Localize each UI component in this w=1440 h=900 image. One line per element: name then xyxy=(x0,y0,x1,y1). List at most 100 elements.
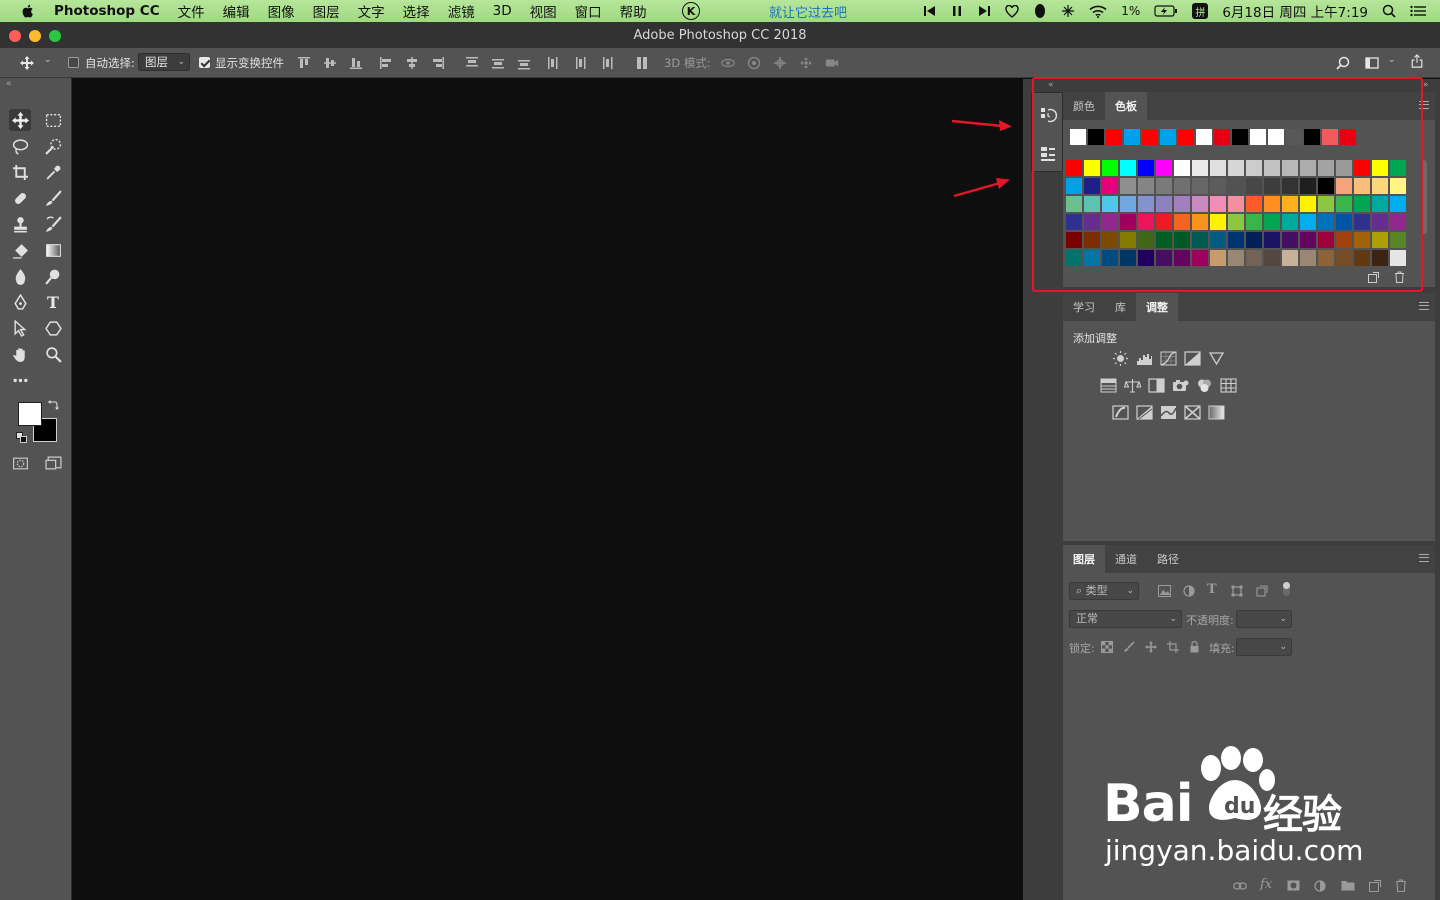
exposure-icon[interactable] xyxy=(1184,351,1201,366)
menu-file[interactable]: 文件 xyxy=(178,1,205,21)
tab-learn[interactable]: 学习 xyxy=(1063,293,1105,321)
distribute-right-icon[interactable] xyxy=(599,56,613,70)
fill-field[interactable]: ⌄ xyxy=(1236,638,1292,656)
layers-panel-menu-icon[interactable] xyxy=(1419,554,1429,562)
lock-artboard-icon[interactable] xyxy=(1167,641,1179,653)
new-group-folder-icon[interactable] xyxy=(1341,880,1355,891)
menu-3d[interactable]: 3D xyxy=(493,3,512,19)
black-white-icon[interactable] xyxy=(1148,378,1165,393)
pan-3d-icon[interactable] xyxy=(773,56,787,70)
shape-tool[interactable] xyxy=(42,317,64,339)
layer-filter-dropdown[interactable]: ⌕ 类型 ⌄ xyxy=(1069,582,1139,600)
window-maximize-button[interactable] xyxy=(49,30,61,42)
roll-3d-icon[interactable] xyxy=(747,56,761,70)
opacity-field[interactable]: ⌄ xyxy=(1236,610,1292,628)
wifi-icon[interactable] xyxy=(1089,5,1107,18)
levels-icon[interactable] xyxy=(1136,351,1153,366)
selective-color-icon[interactable] xyxy=(1184,405,1201,420)
now-playing-text[interactable]: 就让它过去吧 xyxy=(769,2,847,21)
dodge-tool[interactable] xyxy=(42,265,64,287)
align-right-icon[interactable] xyxy=(431,56,445,70)
align-vertical-center-icon[interactable] xyxy=(323,56,337,70)
menu-filter[interactable]: 滤镜 xyxy=(448,1,475,21)
menu-image[interactable]: 图像 xyxy=(268,1,295,21)
expand-panels-icon[interactable]: » xyxy=(1423,80,1429,90)
hue-saturation-icon[interactable] xyxy=(1100,378,1117,393)
search-icon[interactable] xyxy=(1336,56,1350,70)
k-app-icon[interactable]: K xyxy=(682,2,700,20)
tab-adjustments[interactable]: 调整 xyxy=(1136,293,1178,321)
auto-align-layers-icon[interactable] xyxy=(635,56,649,70)
menu-help[interactable]: 帮助 xyxy=(620,1,647,21)
filter-type-icon[interactable]: T xyxy=(1207,582,1217,597)
type-tool[interactable]: T xyxy=(42,291,64,313)
tab-libraries[interactable]: 库 xyxy=(1105,293,1136,321)
datetime-text[interactable]: 6月18日 周四 上午7:19 xyxy=(1222,1,1368,21)
heart-icon[interactable] xyxy=(1005,4,1019,18)
foreground-color-swatch[interactable] xyxy=(18,402,42,426)
blend-mode-dropdown[interactable]: 正常 ⌄ xyxy=(1069,610,1182,628)
align-bottom-icon[interactable] xyxy=(349,56,363,70)
gradient-map-icon[interactable] xyxy=(1208,405,1225,420)
new-fill-adjustment-icon[interactable] xyxy=(1314,880,1326,892)
scale-3d-camera-icon[interactable] xyxy=(825,56,839,70)
posterize-icon[interactable] xyxy=(1136,405,1153,420)
color-lookup-icon[interactable] xyxy=(1220,378,1237,393)
align-left-icon[interactable] xyxy=(379,56,393,70)
new-layer-icon[interactable] xyxy=(1369,880,1381,892)
curves-icon[interactable] xyxy=(1160,351,1177,366)
invert-icon[interactable] xyxy=(1112,405,1129,420)
gradient-tool[interactable] xyxy=(42,239,64,261)
filter-toggle-switch[interactable] xyxy=(1283,582,1290,596)
zoom-tool[interactable] xyxy=(42,343,64,365)
marquee-tool[interactable] xyxy=(42,109,64,131)
tab-layers[interactable]: 图层 xyxy=(1063,545,1105,573)
apple-icon[interactable] xyxy=(20,3,36,19)
auto-select-dropdown[interactable]: 图层 ⌄ xyxy=(138,53,190,71)
screen-mode-button[interactable] xyxy=(42,452,64,474)
input-method-icon[interactable]: 拼 xyxy=(1192,3,1209,19)
battery-charging-icon[interactable] xyxy=(1154,5,1178,17)
brightness-contrast-icon[interactable] xyxy=(1112,351,1129,366)
distribute-bottom-icon[interactable] xyxy=(517,56,531,70)
lock-image-pixels-icon[interactable] xyxy=(1123,641,1135,653)
menu-select[interactable]: 选择 xyxy=(403,1,430,21)
menu-type[interactable]: 文字 xyxy=(358,1,385,21)
distribute-top-icon[interactable] xyxy=(465,56,479,70)
pen-tool[interactable] xyxy=(9,291,31,313)
eraser-tool[interactable] xyxy=(9,239,31,261)
layer-style-fx-icon[interactable]: fx xyxy=(1260,877,1272,892)
add-mask-icon[interactable] xyxy=(1287,880,1300,891)
move-tool-preset-icon[interactable] xyxy=(20,56,34,70)
qq-penguin-icon[interactable] xyxy=(1033,3,1047,19)
quick-selection-tool[interactable] xyxy=(42,135,64,157)
align-horizontal-center-icon[interactable] xyxy=(405,56,419,70)
collapse-tools-icon[interactable]: « xyxy=(6,79,12,89)
app-name-menu[interactable]: Photoshop CC xyxy=(54,3,160,19)
clone-stamp-tool[interactable] xyxy=(9,213,31,235)
spotlight-search-icon[interactable] xyxy=(1382,4,1396,18)
share-icon[interactable] xyxy=(1410,54,1424,68)
history-brush-tool[interactable] xyxy=(42,213,64,235)
path-selection-tool[interactable] xyxy=(9,317,31,339)
color-balance-icon[interactable] xyxy=(1124,378,1141,393)
lasso-tool[interactable] xyxy=(9,135,31,157)
filter-adjustment-icon[interactable] xyxy=(1183,585,1195,597)
threshold-icon[interactable] xyxy=(1160,405,1177,420)
tab-paths[interactable]: 路径 xyxy=(1147,545,1189,573)
blur-tool[interactable] xyxy=(9,265,31,287)
menu-layer[interactable]: 图层 xyxy=(313,1,340,21)
workspace-chevron-icon[interactable]: ⌄ xyxy=(1388,55,1396,65)
photo-filter-icon[interactable] xyxy=(1172,378,1189,393)
brush-tool[interactable] xyxy=(42,187,64,209)
next-track-icon[interactable] xyxy=(977,5,991,17)
menu-window[interactable]: 窗口 xyxy=(575,1,602,21)
window-minimize-button[interactable] xyxy=(29,30,41,42)
menu-edit[interactable]: 编辑 xyxy=(223,1,250,21)
quick-mask-button[interactable] xyxy=(9,452,31,474)
menu-view[interactable]: 视图 xyxy=(530,1,557,21)
link-layers-icon[interactable] xyxy=(1233,881,1247,891)
document-canvas[interactable] xyxy=(73,79,1023,900)
slide-3d-icon[interactable] xyxy=(799,56,813,70)
tab-channels[interactable]: 通道 xyxy=(1105,545,1147,573)
